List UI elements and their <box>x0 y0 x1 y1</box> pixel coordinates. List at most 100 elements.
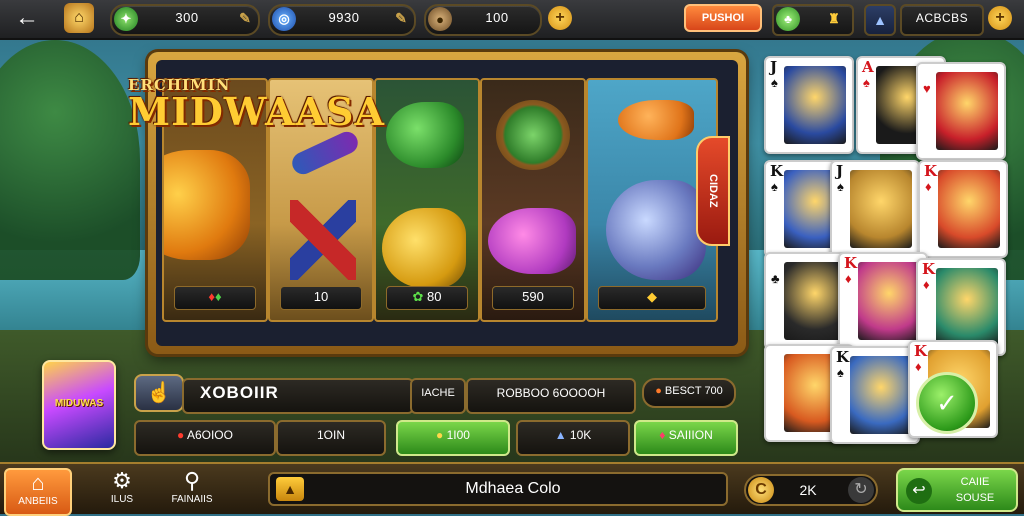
card-face-art <box>784 66 846 144</box>
card-face-art <box>936 268 998 346</box>
card-suit-icon: ♠ <box>837 179 844 194</box>
fire-icon: ● <box>655 385 665 397</box>
balance-field-b: 1OIN <box>276 420 386 456</box>
card-suit-icon: ♠ <box>771 75 778 90</box>
add-account-button[interactable]: + <box>988 6 1012 30</box>
account-label: ACBCBS <box>900 4 984 36</box>
red-gem-field-icon: ● <box>177 428 187 442</box>
logo-line-2: MIDWAASA <box>128 89 385 134</box>
card-face-art <box>858 262 920 340</box>
add-chips-button[interactable]: ✎ <box>390 7 412 29</box>
green-gem-small-icon: ♦ <box>215 289 222 304</box>
add-gems-button[interactable]: ✎ <box>234 7 256 29</box>
reel-4-bar: 590 <box>492 286 574 310</box>
reel-4[interactable]: 590 <box>480 78 586 322</box>
card-face-art <box>850 170 912 248</box>
back-circle-icon: ↩ <box>906 478 932 504</box>
reel-5-bar: ◆ <box>598 286 706 310</box>
home-badge-icon[interactable]: ⌂ <box>64 3 94 33</box>
playing-card[interactable]: K ♦ <box>838 252 928 350</box>
message-text: Mdhaea Colo <box>465 480 561 497</box>
red-gem-icon: ♦ <box>208 289 215 304</box>
reel-3-bar: ✿ 80 <box>386 286 468 310</box>
card-rank: K <box>922 260 936 278</box>
playing-card[interactable]: K ♦ <box>918 160 1008 258</box>
nav-settings[interactable]: ⚙ ILUS <box>90 468 154 512</box>
balance-field-c: ▲ 10K <box>516 420 630 456</box>
clover-small-icon: ✿ <box>412 289 428 304</box>
card-suit-icon: ♠ <box>837 365 844 380</box>
product-label: MIDUWAS <box>54 398 104 409</box>
gold-diamond-icon: ◆ <box>647 289 657 304</box>
card-rank: K <box>844 254 858 272</box>
game-mode-line2: SOUSE <box>955 492 995 504</box>
search-icon: ⚲ <box>183 468 201 493</box>
arrow-circle-icon[interactable]: ↻ <box>848 477 874 503</box>
playing-card[interactable]: J ♠ <box>764 56 854 154</box>
coin-balance-value: 100 <box>485 10 509 25</box>
shield-icon[interactable]: ▲ <box>864 4 896 36</box>
card-suit-icon: ♠ <box>863 75 870 90</box>
card-suit-icon: ♥ <box>923 81 931 96</box>
add-coins-button[interactable]: + <box>548 6 572 30</box>
balance-field-a: ● A6OIOO <box>134 420 276 456</box>
playing-card[interactable]: ♥ <box>916 62 1006 160</box>
side-tag[interactable]: CIDAZ <box>696 136 730 246</box>
gold-coin-small-icon: ● <box>436 428 447 442</box>
message-bar: ▲ Mdhaea Colo <box>268 472 728 506</box>
card-face-art <box>850 356 912 434</box>
coin-counter-value: 2K <box>799 482 817 498</box>
bet-label: IACHE <box>410 378 466 414</box>
nav-home[interactable]: ⌂ ANBEIIS <box>4 468 72 516</box>
palm-left <box>0 40 140 280</box>
trophy-icon: ♜ <box>828 11 840 26</box>
card-rank: J <box>836 162 844 180</box>
card-face-art <box>936 72 998 150</box>
game-mode-line1: CAIIE <box>960 476 990 488</box>
blue-tuna-icon <box>606 180 706 280</box>
card-rank: J <box>770 58 778 76</box>
yellow-fish-icon <box>382 208 466 288</box>
clover-icon: ♣ <box>776 7 800 31</box>
confirm-round-button[interactable]: ✓ <box>916 372 978 434</box>
card-suit-icon: ♦ <box>915 359 922 374</box>
card-rank: K <box>924 162 938 180</box>
product-box[interactable]: MIDUWAS <box>42 360 116 450</box>
chip-balance-value: 9930 <box>328 10 360 25</box>
card-rank: K <box>836 348 850 366</box>
green-button-a[interactable]: ● 1I00 <box>396 420 510 456</box>
card-suit-icon: ♠ <box>771 179 778 194</box>
leaf-check-icon: ✓ <box>936 388 958 418</box>
gold-coin-icon: C <box>748 477 774 503</box>
purple-fish-icon <box>488 208 576 274</box>
gear-icon: ⚙ <box>112 468 132 493</box>
promo-button[interactable]: PUSHOI <box>684 4 762 32</box>
card-rank: K <box>770 162 784 180</box>
hand-icon: ☝ <box>146 382 172 404</box>
reward-pill[interactable]: ♣ ♜ <box>772 4 854 36</box>
card-suit-icon: ♦ <box>845 271 852 286</box>
warning-icon[interactable]: ▲ <box>276 477 304 501</box>
game-logo: ERCHIMIN MIDWAASA <box>128 78 385 144</box>
orange-fish-icon <box>618 100 694 140</box>
back-button[interactable]: ← <box>10 4 44 32</box>
crossed-swords-icon <box>290 200 356 280</box>
card-suit-icon: ♦ <box>925 179 932 194</box>
reel-1-bar: ♦♦ <box>174 286 256 310</box>
chip-balance: ◎ 9930 ✎ <box>268 4 416 36</box>
playing-card[interactable]: J ♠ <box>830 160 920 258</box>
home-icon: ⌂ <box>31 470 45 495</box>
card-suit-icon: ♦ <box>923 277 930 292</box>
bet-value: ROBBOO 6OOOOH <box>466 378 636 414</box>
back-arrow-icon: ← <box>15 4 39 31</box>
character-button[interactable]: ☝ <box>134 374 184 412</box>
green-button-b[interactable]: ♦ SAIIION <box>634 420 738 456</box>
game-mode-button[interactable]: ↩ CAIIE SOUSE <box>896 468 1018 512</box>
green-fish-icon <box>386 102 464 168</box>
player-name-field: XOBOIIR <box>182 378 414 414</box>
blue-chip-icon: ◎ <box>272 7 296 31</box>
reel-3[interactable]: ✿ 80 <box>374 78 480 322</box>
nav-search[interactable]: ⚲ FAINAIIS <box>160 468 224 512</box>
playing-card[interactable]: K ♠ <box>830 346 920 444</box>
best-pill[interactable]: ● BESCT 700 <box>642 378 736 408</box>
